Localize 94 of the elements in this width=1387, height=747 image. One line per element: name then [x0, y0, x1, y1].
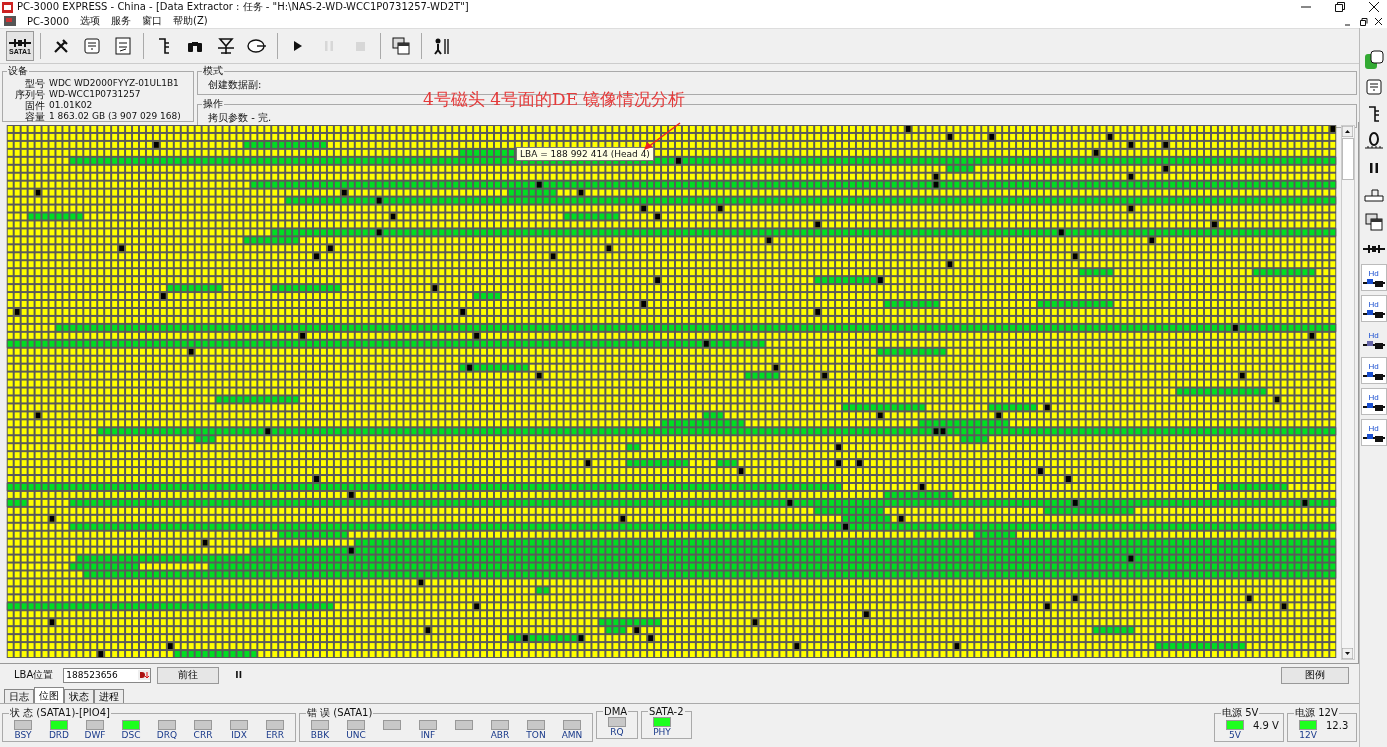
led-label: DWF	[84, 730, 106, 740]
led-label: UNC	[346, 730, 366, 740]
close-icon[interactable]	[1374, 16, 1383, 26]
voltage-reading: 4.9 V	[1253, 720, 1279, 731]
led-label: AMN	[561, 730, 583, 740]
group-title: 电源 5V	[1221, 706, 1260, 720]
menu-item[interactable]: 窗口	[142, 14, 163, 28]
disk-icon	[247, 38, 267, 54]
pause-icon	[325, 41, 333, 51]
tab[interactable]: 日志	[4, 689, 34, 703]
restore-icon[interactable]	[1359, 16, 1368, 26]
pause-icon	[1369, 162, 1378, 173]
menu-item[interactable]: 服务	[111, 14, 132, 28]
field-label: 容量	[24, 111, 45, 122]
head-icon	[1362, 402, 1385, 411]
head-icon	[1362, 278, 1385, 287]
led-label: INF	[420, 730, 436, 740]
led-label: TON	[526, 730, 546, 740]
led-label: RQ	[610, 727, 624, 737]
field-value: 1 863.02 GB (3 907 029 168)	[49, 111, 181, 122]
head-button[interactable]: Hd	[1360, 264, 1387, 291]
legend-button[interactable]: 图例	[1281, 666, 1349, 684]
led-label: IDX	[231, 730, 247, 740]
tab[interactable]: 位图	[34, 687, 64, 703]
led-label: ABR	[490, 730, 510, 740]
lba-input[interactable]: 188523656	[63, 667, 152, 683]
menu-item[interactable]: PC-3000	[27, 15, 70, 27]
panel-title: 设备	[7, 64, 29, 78]
person-bars-icon	[434, 37, 450, 55]
head-button[interactable]: Hd	[1360, 419, 1387, 446]
close-icon[interactable]	[1369, 2, 1379, 12]
scroll-down-icon[interactable]	[1342, 648, 1353, 659]
led-label: ERR	[265, 730, 285, 740]
led-label: BBK	[310, 730, 330, 740]
gauge-icon	[1363, 130, 1384, 151]
menu-item[interactable]: 选项	[80, 14, 101, 28]
head-icon	[1362, 371, 1385, 380]
probe-icon	[1366, 104, 1381, 123]
field-value: 01.01K02	[49, 100, 93, 111]
connector-icon	[9, 37, 31, 48]
tools-icon	[53, 38, 69, 54]
lba-label: LBA位置	[14, 668, 54, 682]
voltage-reading: 12.3	[1326, 720, 1349, 731]
led-label: CRR	[193, 730, 213, 740]
field-label: 序列号	[14, 89, 45, 100]
window-title: PC-3000 EXPRESS - China - [Data Extractor : 任务 - "H:\NAS-2-WD-WCC1P0731257-WD2T"]	[17, 0, 469, 14]
go-button[interactable]: 前往	[157, 666, 220, 684]
windows-icon	[1364, 212, 1383, 231]
field-label: 型号	[24, 78, 45, 89]
scroll-up-icon[interactable]	[1342, 126, 1353, 137]
annotation-text: 4号磁头 4号面的DE 镜像情况分析	[423, 88, 686, 111]
head-icon	[1362, 340, 1385, 349]
lba-tooltip: LBA = 188 992 414 (Head 4)	[516, 147, 654, 161]
led-label: DRD	[48, 730, 70, 740]
group-title: 状 态 (SATA1)-[PIO4]	[9, 706, 111, 720]
restore-icon[interactable]	[1335, 2, 1345, 12]
operation-text: 拷贝参数 - 完.	[207, 112, 272, 123]
led-label: DRQ	[156, 730, 178, 740]
tab[interactable]: 状态	[64, 689, 94, 703]
play-icon	[294, 41, 302, 51]
tab[interactable]: 进程	[94, 689, 124, 703]
annotation-arrow	[642, 122, 682, 152]
scroll-thumb[interactable]	[1342, 138, 1354, 180]
memory-icon	[1363, 186, 1384, 203]
group-title: 错 误 (SATA1)	[306, 706, 374, 720]
head-icon	[1362, 433, 1385, 442]
group-title: SATA-2	[648, 706, 685, 717]
mode-text: 创建数据副:	[207, 79, 262, 90]
head-icon	[1362, 309, 1385, 318]
connector-icon	[1362, 243, 1385, 254]
windows-icon	[392, 37, 410, 55]
led-label: 5V	[1229, 730, 1241, 740]
field-value: WD-WCC1P0731257	[49, 89, 141, 100]
group-title: 电源 12V	[1294, 706, 1339, 720]
led-label: BSY	[14, 730, 32, 740]
scrollbar[interactable]	[1341, 125, 1355, 660]
head-button[interactable]: Hd	[1360, 357, 1387, 384]
stop-icon	[355, 41, 365, 51]
led-label: DSC	[121, 730, 141, 740]
group-title: DMA	[603, 706, 629, 717]
led-label: 12V	[1299, 730, 1317, 740]
field-label: 固件	[24, 100, 45, 111]
pause-glyph[interactable]: II	[235, 670, 242, 680]
led-label: PHY	[653, 727, 671, 737]
lba-field[interactable]: 188523656	[64, 670, 139, 680]
panel-title: 模式	[202, 64, 224, 78]
head-button[interactable]: Hd	[1360, 295, 1387, 322]
panel-title: 操作	[202, 97, 224, 111]
probe-icon	[157, 37, 171, 55]
decimal-toggle-icon[interactable]	[138, 670, 151, 680]
menu-item[interactable]: 帮助(Z)	[173, 14, 208, 28]
field-value: WDC WD2000FYYZ-01UL1B1	[49, 78, 179, 89]
head-button[interactable]: Hd	[1360, 388, 1387, 415]
database-icon	[1363, 48, 1384, 71]
